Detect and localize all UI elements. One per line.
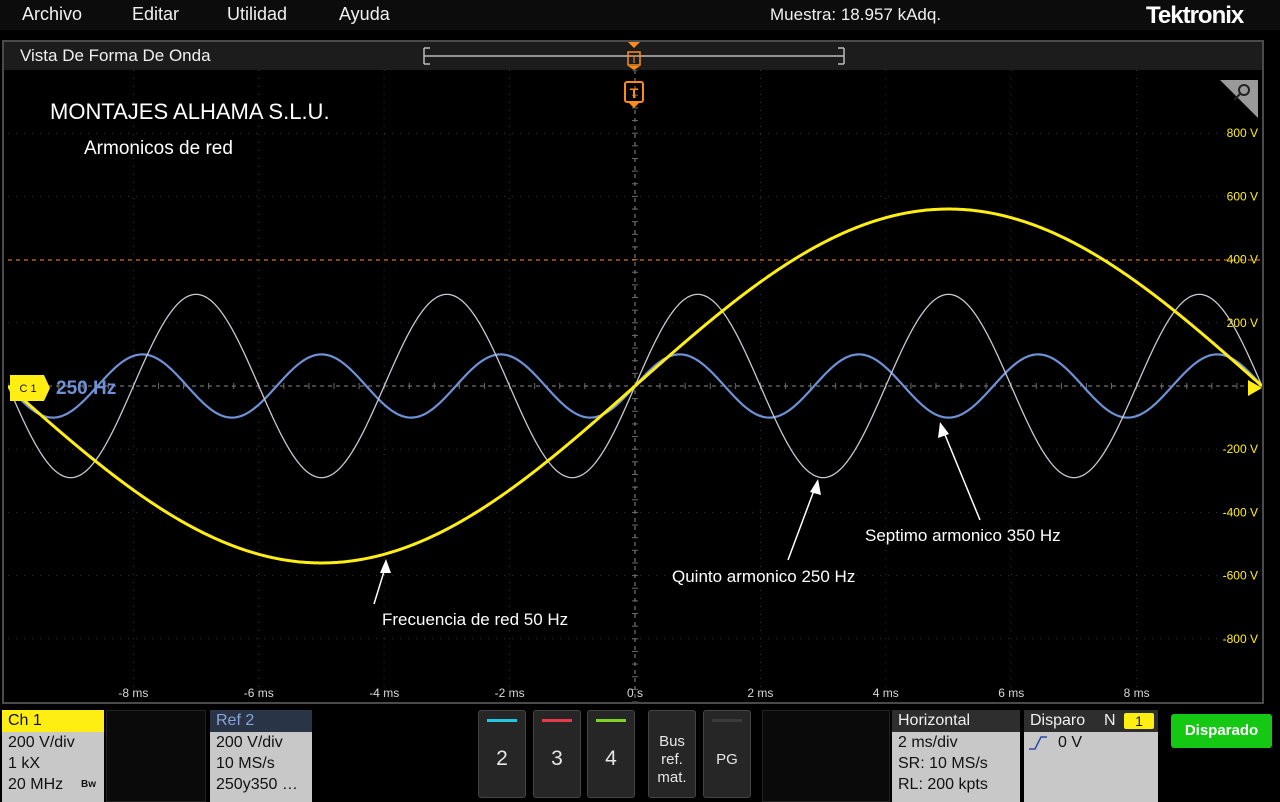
ch2-label: 2 bbox=[496, 747, 508, 770]
bus-line3: mat. bbox=[657, 769, 687, 786]
ch1-bandwidth-row: 20 MHz Bw bbox=[2, 774, 104, 795]
trigger-title: Disparo bbox=[1030, 712, 1086, 729]
y-tick-label: -400 V bbox=[1223, 505, 1258, 519]
ch1-spacer bbox=[106, 710, 206, 802]
window-title-bar: Vista De Forma De Onda T bbox=[4, 42, 1262, 70]
pg-label: PG bbox=[716, 751, 738, 768]
ch1-scale: 200 V/div bbox=[8, 734, 75, 751]
x-tick-label: 6 ms bbox=[998, 686, 1024, 700]
ch1-impedance: 1 kX bbox=[8, 755, 41, 772]
rising-edge-icon bbox=[1029, 736, 1047, 750]
x-tick-label: 2 ms bbox=[747, 686, 773, 700]
bus-ref-math-button[interactable]: Bus ref. mat. bbox=[648, 710, 696, 798]
acquisition-status-button[interactable]: Disparado bbox=[1171, 714, 1272, 748]
x-tick-label: -2 ms bbox=[495, 686, 525, 700]
trigger-badge[interactable]: Disparo N 1 0 V bbox=[1024, 710, 1158, 802]
trigger-mode: N bbox=[1104, 712, 1116, 729]
ch1-badge-title: Ch 1 bbox=[2, 710, 104, 732]
zoom-icon[interactable] bbox=[1220, 80, 1258, 118]
y-tick-label: -200 V bbox=[1223, 442, 1258, 456]
ref-waveform-label: 250 Hz bbox=[56, 378, 116, 399]
ch4-button[interactable]: 4 bbox=[587, 710, 635, 798]
trigger-source: 1 bbox=[1124, 713, 1154, 729]
ch3-button[interactable]: 3 bbox=[533, 710, 581, 798]
y-tick-label: 200 V bbox=[1227, 316, 1258, 330]
menu-ayuda[interactable]: Ayuda bbox=[339, 4, 390, 25]
ref2-scale: 200 V/div bbox=[216, 734, 283, 751]
trigger-level: 0 V bbox=[1058, 734, 1083, 751]
horizontal-scale: 2 ms/div bbox=[898, 734, 958, 751]
horizontal-title: Horizontal bbox=[892, 710, 1020, 732]
ref2-badge[interactable]: Ref 2 200 V/div 10 MS/s 250y350 … bbox=[210, 710, 312, 802]
ch3-label: 3 bbox=[551, 747, 563, 770]
plot-subtitle: Armonicos de red bbox=[84, 138, 233, 159]
label-seventh-harmonic: Septimo armonico 350 Hz bbox=[865, 526, 1061, 545]
bus-line1: Bus bbox=[659, 733, 685, 750]
ch1-marker-text: C 1 bbox=[19, 383, 36, 395]
horizontal-sample-rate: SR: 10 MS/s bbox=[898, 755, 988, 772]
ch1-badge[interactable]: Ch 1 200 V/div 1 kX 20 MHz Bw bbox=[2, 710, 104, 802]
record-overview[interactable]: T bbox=[4, 42, 1266, 70]
y-tick-label: 600 V bbox=[1227, 189, 1258, 203]
x-tick-label: -6 ms bbox=[244, 686, 274, 700]
ref2-badge-title: Ref 2 bbox=[210, 710, 312, 732]
trigger-header: Disparo N 1 bbox=[1024, 710, 1158, 732]
x-tick-label: 8 ms bbox=[1124, 686, 1150, 700]
ch1-bandwidth: 20 MHz bbox=[8, 776, 64, 793]
ref2-rate: 10 MS/s bbox=[216, 755, 275, 772]
acquisition-count: Muestra: 18.957 kAdq. bbox=[770, 5, 942, 24]
bandwidth-limit-icon: Bw bbox=[81, 779, 96, 790]
y-tick-label: -800 V bbox=[1223, 632, 1258, 646]
ch2-button[interactable]: 2 bbox=[478, 710, 526, 798]
pg-button[interactable]: PG bbox=[703, 710, 751, 798]
trigger-position-marker[interactable]: T bbox=[624, 81, 644, 108]
x-tick-label: 0 s bbox=[627, 686, 643, 700]
waveform-plot[interactable]: -8 ms -6 ms -4 ms -2 ms 0 s2 ms 4 ms 6 ms 8 ms … bbox=[7, 69, 1263, 703]
x-axis-ticks: -8 ms -6 ms -4 ms -2 ms 0 s 2 ms 4 ms 6 ms 8 ms bbox=[118, 686, 1149, 700]
bottom-control-bar: Ch 1 200 V/div 1 kX 20 MHz Bw Ref 2 200 … bbox=[0, 706, 1280, 802]
ref2-name: 250y350 … bbox=[216, 776, 298, 793]
label-fifth-harmonic: Quinto armonico 250 Hz bbox=[672, 567, 855, 586]
menu-editar[interactable]: Editar bbox=[132, 4, 179, 25]
trigger-marker-text: T bbox=[630, 85, 639, 101]
company-name: MONTAJES ALHAMA S.L.U. bbox=[50, 99, 330, 124]
results-spacer bbox=[762, 710, 890, 802]
bus-line2: ref. bbox=[661, 751, 683, 768]
ch1-ground-marker[interactable]: C 1 bbox=[10, 375, 50, 401]
brand-logo: Tektronix bbox=[1146, 2, 1244, 29]
y-tick-label: 400 V bbox=[1227, 253, 1258, 267]
waveform-graticule[interactable]: -8 ms -6 ms -4 ms -2 ms 0 s2 ms 4 ms 6 ms 8 ms … bbox=[7, 69, 1263, 703]
y-tick-label: 800 V bbox=[1227, 126, 1258, 140]
horizontal-record-length: RL: 200 kpts bbox=[898, 776, 988, 793]
horizontal-badge[interactable]: Horizontal 2 ms/div SR: 10 MS/s RL: 200 … bbox=[892, 710, 1020, 802]
x-tick-label: 4 ms bbox=[873, 686, 899, 700]
menu-archivo[interactable]: Archivo bbox=[22, 4, 82, 25]
menu-bar: Archivo Editar Utilidad Ayuda Muestra: 1… bbox=[0, 0, 1280, 30]
overview-trigger-text: T bbox=[631, 54, 638, 66]
ch4-label: 4 bbox=[605, 747, 617, 770]
x-tick-label: -4 ms bbox=[369, 686, 399, 700]
arrow-seventh-harmonic bbox=[942, 429, 981, 521]
menu-utilidad[interactable]: Utilidad bbox=[227, 4, 287, 25]
trigger-level-row: 0 V bbox=[1024, 732, 1158, 753]
waveform-view-window: Vista De Forma De Onda T -8 ms -6 ms -4 ms… bbox=[2, 40, 1264, 704]
label-fundamental: Frecuencia de red 50 Hz bbox=[382, 610, 568, 629]
x-tick-label: -8 ms bbox=[118, 686, 148, 700]
arrow-fifth-harmonic bbox=[787, 484, 817, 561]
y-tick-label: -600 V bbox=[1223, 569, 1258, 583]
